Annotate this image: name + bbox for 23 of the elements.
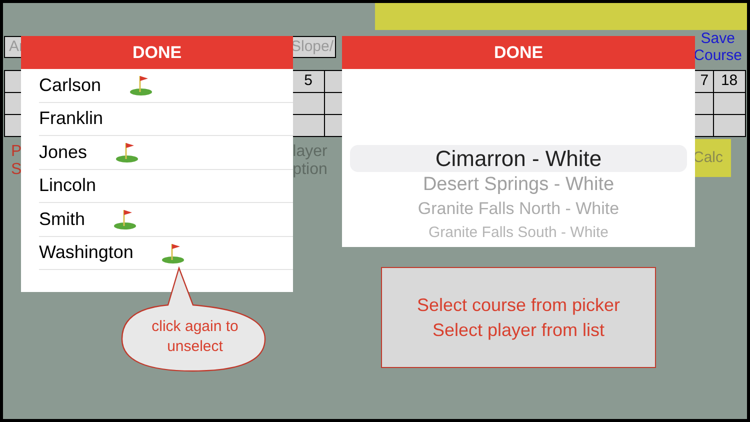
label-text: P [11,143,22,161]
picker-option[interactable]: Granite Falls North - White [350,196,687,220]
picker-option[interactable]: Cimarron - White [350,145,687,172]
player-item[interactable]: Franklin [39,102,293,136]
table-cell: 18 [714,71,746,93]
player-item[interactable]: Carlson [39,69,293,102]
save-course-link[interactable]: Save Course [694,30,742,64]
table-cell [714,115,746,137]
table-cell [714,93,746,115]
player-item[interactable]: Washington [39,236,293,270]
done-button[interactable]: DONE [21,36,293,69]
table-cell [292,115,325,137]
instruction-text: Select course from picker [416,294,620,317]
player-item[interactable]: Jones [39,136,293,170]
instruction-text: Select player from list [432,318,605,342]
table-cell: 5 [292,71,325,93]
label-text: S [11,161,22,179]
picker-option[interactable]: Desert Springs - White [350,172,687,196]
done-button[interactable]: DONE [342,36,695,69]
player-item[interactable]: Smith [39,203,293,236]
player-item[interactable]: Lincoln [39,170,293,203]
callout-text: click again to unselect [150,317,240,357]
table-cell [292,93,325,115]
